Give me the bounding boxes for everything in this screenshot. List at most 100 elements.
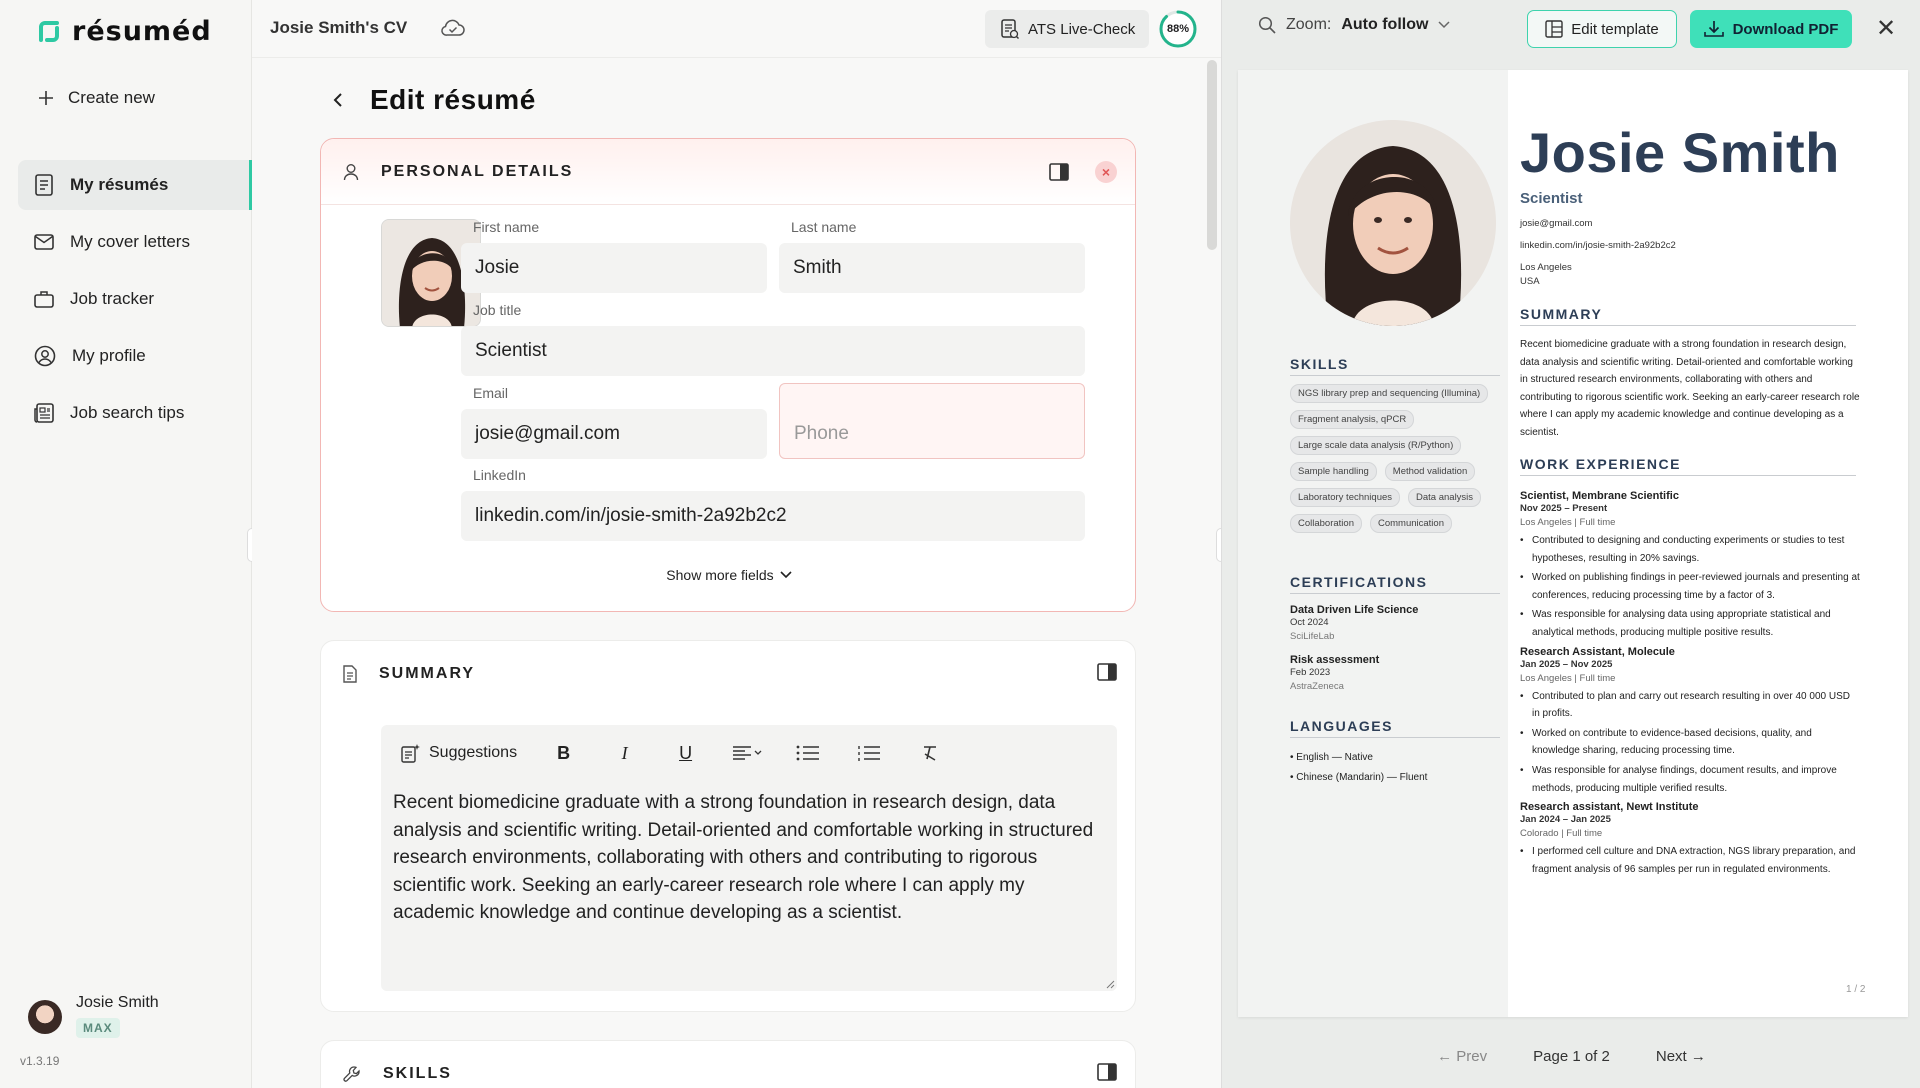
- section-tools: [1097, 663, 1117, 681]
- skill-chip: NGS library prep and sequencing (Illumin…: [1290, 384, 1489, 403]
- user-account[interactable]: Josie Smith MAX: [28, 994, 159, 1038]
- ats-score-value: 88%: [1166, 23, 1190, 35]
- sparkle-list-icon: [401, 744, 420, 763]
- section-title: SUMMARY: [379, 665, 476, 682]
- version-label: v1.3.19: [20, 1054, 60, 1068]
- resume-certifications-list: Data Driven Life Science Oct 2024 SciLif…: [1290, 604, 1500, 694]
- editor-scrollbar[interactable]: [1207, 60, 1217, 250]
- job-entry: Scientist, Membrane Scientific Nov 2025 …: [1520, 490, 1860, 642]
- sidebar-item-label: My résumés: [70, 175, 169, 194]
- close-preview-icon[interactable]: ✕: [1876, 14, 1896, 43]
- job-bullet: Was responsible for analysing data using…: [1520, 606, 1860, 641]
- skill-chip: Method validation: [1384, 462, 1476, 481]
- skills-header[interactable]: SKILLS: [321, 1041, 1135, 1088]
- summary-editor[interactable]: Suggestions B I U Recent biomedicine gra…: [381, 725, 1117, 991]
- job-entry: Research assistant, Newt Institute Jan 2…: [1520, 801, 1860, 878]
- job-dates: Jan 2024 – Jan 2025: [1520, 814, 1611, 826]
- last-name-label: Last name: [791, 219, 857, 235]
- resume-linkedin: linkedin.com/in/josie-smith-2a92b2c2: [1520, 240, 1676, 251]
- wrench-icon: [343, 1066, 360, 1082]
- download-pdf-button[interactable]: Download PDF: [1690, 10, 1852, 48]
- summary-card: SUMMARY Suggestions B I U Recent biomedi…: [320, 640, 1136, 1012]
- cert-date: Oct 2024: [1290, 617, 1329, 628]
- job-bullet: Contributed to plan and carry out resear…: [1520, 688, 1860, 723]
- zoom-dropdown[interactable]: Zoom: Auto follow: [1258, 16, 1450, 34]
- chevron-down-icon: [780, 571, 792, 579]
- cv-title[interactable]: Josie Smith's CV: [270, 18, 407, 38]
- cert-org: AstraZeneca: [1290, 681, 1344, 692]
- underline-button[interactable]: U: [655, 733, 716, 773]
- next-page-button[interactable]: Next →: [1656, 1048, 1706, 1065]
- align-dropdown[interactable]: [716, 733, 777, 773]
- skill-chip: Collaboration: [1290, 514, 1362, 533]
- skill-chip: Data analysis: [1408, 488, 1482, 507]
- clear-format-button[interactable]: [899, 733, 960, 773]
- briefcase-icon: [34, 291, 54, 308]
- job-bullet: Contributed to designing and conducting …: [1520, 532, 1860, 567]
- edit-template-button[interactable]: Edit template: [1527, 10, 1677, 48]
- logo-icon: [39, 20, 59, 42]
- columns-icon[interactable]: [1049, 163, 1069, 181]
- linkedin-input[interactable]: linkedin.com/in/josie-smith-2a92b2c2: [461, 491, 1085, 541]
- newspaper-icon: [34, 403, 54, 423]
- sidebar-item-job-tracker[interactable]: Job tracker: [18, 274, 252, 324]
- job-location: Colorado | Full time: [1520, 828, 1603, 840]
- columns-icon[interactable]: [1097, 663, 1117, 681]
- phone-input[interactable]: Phone: [779, 383, 1085, 459]
- prev-page-button[interactable]: ← Prev: [1437, 1048, 1487, 1065]
- resume-city: Los Angeles: [1520, 262, 1572, 273]
- job-title-input[interactable]: Scientist: [461, 326, 1085, 376]
- personal-details-card: PERSONAL DETAILS × First name Last name …: [320, 138, 1136, 612]
- last-name-input[interactable]: Smith: [779, 243, 1085, 293]
- editor-pane: Josie Smith's CV ATS Live-Check 88% Edit…: [252, 0, 1221, 1088]
- brand-name: résuméd: [72, 16, 212, 47]
- first-name-label: First name: [473, 219, 540, 235]
- language-item: • Chinese (Mandarin) — Fluent: [1290, 772, 1428, 783]
- chevron-down-icon: [1438, 21, 1450, 29]
- zoom-label: Zoom:: [1286, 16, 1332, 33]
- sidebar-nav: My résumés My cover letters Job tracker …: [18, 160, 252, 445]
- italic-button[interactable]: I: [594, 733, 655, 773]
- cert-name: Risk assessment: [1290, 654, 1380, 666]
- sidebar-item-my-profile[interactable]: My profile: [18, 331, 252, 381]
- chevron-left-icon[interactable]: [332, 92, 344, 108]
- resize-grip-icon[interactable]: [1105, 979, 1115, 989]
- job-location: Los Angeles | Full time: [1520, 517, 1616, 528]
- columns-icon[interactable]: [1097, 1063, 1117, 1081]
- sidebar-item-label: Job search tips: [70, 403, 185, 422]
- job-bullet: I performed cell culture and DNA extract…: [1520, 843, 1860, 878]
- first-name-input[interactable]: Josie: [461, 243, 767, 293]
- user-circle-icon: [34, 345, 56, 367]
- summary-header[interactable]: SUMMARY: [321, 641, 1135, 707]
- numbered-list-button[interactable]: [838, 733, 899, 773]
- sidebar-item-cover-letters[interactable]: My cover letters: [18, 217, 252, 267]
- suggestions-button[interactable]: Suggestions: [401, 743, 533, 763]
- skill-chip: Communication: [1369, 514, 1452, 533]
- sidebar-item-label: My cover letters: [70, 232, 190, 251]
- email-input[interactable]: josie@gmail.com: [461, 409, 767, 459]
- create-new-button[interactable]: Create new: [38, 88, 155, 108]
- sidebar-item-my-resumes[interactable]: My résumés: [18, 160, 252, 210]
- ats-score-ring[interactable]: 88%: [1158, 9, 1198, 49]
- close-section-button[interactable]: ×: [1095, 161, 1117, 183]
- personal-details-header[interactable]: PERSONAL DETAILS: [321, 139, 1135, 205]
- preview-pane: Zoom: Auto follow Edit template Download…: [1221, 0, 1920, 1088]
- cert-org: SciLifeLab: [1290, 631, 1335, 642]
- bullet-list-button[interactable]: [777, 733, 838, 773]
- clear-format-icon: [923, 746, 936, 761]
- search-icon: [1258, 16, 1276, 34]
- document-icon: [35, 174, 53, 196]
- resume-summary-heading: SUMMARY: [1520, 306, 1856, 326]
- brand-logo[interactable]: résuméd: [36, 16, 212, 47]
- download-icon: [1703, 21, 1724, 37]
- page-title: Edit résumé: [370, 84, 536, 115]
- job-title: Research Assistant, Molecule: [1520, 645, 1675, 658]
- skill-chip: Laboratory techniques: [1290, 488, 1401, 507]
- sidebar-item-job-search-tips[interactable]: Job search tips: [18, 388, 252, 438]
- bold-button[interactable]: B: [533, 733, 594, 773]
- show-more-fields-button[interactable]: Show more fields: [321, 567, 1137, 583]
- ats-live-check-button[interactable]: ATS Live-Check: [985, 10, 1149, 48]
- section-title: PERSONAL DETAILS: [381, 162, 574, 180]
- summary-text[interactable]: Recent biomedicine graduate with a stron…: [381, 781, 1117, 935]
- resume-country: USA: [1520, 276, 1540, 287]
